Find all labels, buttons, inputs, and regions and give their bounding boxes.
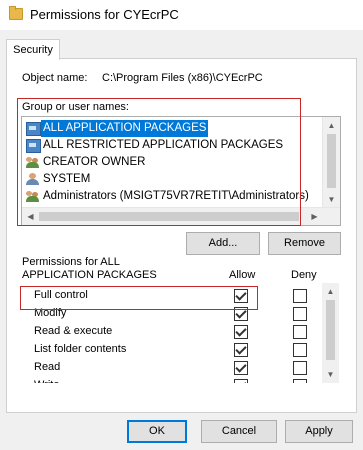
permission-row: List folder contents	[21, 341, 321, 359]
permission-row: Modify	[21, 305, 321, 323]
allow-checkbox[interactable]	[234, 343, 248, 357]
permission-row: Read & execute	[21, 323, 321, 341]
app-package-icon	[26, 122, 41, 136]
allow-checkbox[interactable]	[234, 325, 248, 339]
permission-row: Read	[21, 359, 321, 377]
permission-row: Write	[21, 377, 321, 383]
scroll-left-arrow-icon[interactable]: ◀	[22, 208, 39, 225]
object-name-value: C:\Program Files (x86)\CYEcrPC	[102, 72, 263, 84]
allow-checkbox[interactable]	[234, 379, 248, 383]
list-item-label: CREATOR OWNER	[43, 156, 146, 168]
permission-name: Read & execute	[34, 325, 113, 337]
permission-name: Read	[34, 361, 61, 373]
object-name-label: Object name:	[22, 72, 88, 84]
user-icon	[26, 173, 39, 185]
scroll-down-arrow-icon[interactable]: ▼	[323, 191, 340, 208]
window-title: Permissions for CYEcrPC	[30, 7, 179, 22]
apply-button[interactable]: Apply	[285, 420, 353, 443]
permissions-header-line2: APPLICATION PACKAGES	[22, 269, 157, 281]
list-vertical-scrollbar[interactable]: ▲ ▼	[322, 117, 340, 208]
deny-checkbox[interactable]	[293, 379, 307, 383]
deny-column-header: Deny	[291, 269, 317, 281]
allow-checkbox[interactable]	[234, 361, 248, 375]
permissions-header: Permissions for ALL APPLICATION PACKAGES	[22, 256, 157, 282]
remove-button[interactable]: Remove	[268, 232, 341, 255]
list-item-label: SYSTEM	[43, 173, 91, 185]
permission-row: Full control	[21, 287, 321, 305]
allow-checkbox[interactable]	[234, 289, 248, 303]
app-package-icon	[26, 139, 41, 153]
allow-column-header: Allow	[229, 269, 256, 281]
deny-checkbox[interactable]	[293, 289, 307, 303]
scroll-down-arrow-icon[interactable]: ▼	[322, 366, 339, 383]
permissions-table: Full control Modify Read & execute List fol…	[21, 283, 339, 383]
list-item-label: ALL RESTRICTED APPLICATION PACKAGES	[43, 139, 284, 151]
folder-icon	[9, 6, 23, 20]
add-button[interactable]: Add...	[186, 232, 260, 255]
deny-checkbox[interactable]	[293, 361, 307, 375]
permission-name: Write	[34, 379, 59, 383]
permissions-header-line1: Permissions for ALL	[22, 256, 120, 268]
permission-name: Full control	[34, 289, 88, 301]
scroll-thumb[interactable]	[39, 212, 299, 221]
ok-button[interactable]: OK	[127, 420, 187, 443]
group-names-label: Group or user names:	[22, 101, 129, 113]
scroll-thumb[interactable]	[327, 134, 336, 188]
scroll-up-arrow-icon[interactable]: ▲	[323, 117, 340, 134]
group-user-list[interactable]: ALL APPLICATION PACKAGES ALL RESTRICTED A…	[21, 116, 341, 226]
user-group-icon	[26, 190, 39, 202]
permission-name: Modify	[34, 307, 67, 319]
allow-checkbox[interactable]	[234, 307, 248, 321]
deny-checkbox[interactable]	[293, 343, 307, 357]
deny-checkbox[interactable]	[293, 325, 307, 339]
scroll-up-arrow-icon[interactable]: ▲	[322, 283, 339, 300]
tab-security[interactable]: Security	[6, 39, 60, 60]
list-item-label: ALL APPLICATION PACKAGES	[41, 120, 209, 137]
scroll-thumb[interactable]	[326, 300, 335, 360]
cancel-button[interactable]: Cancel	[201, 420, 277, 443]
permission-name: List folder contents	[34, 343, 127, 355]
list-item-label: Administrators (MSIGT75VR7RETIT\Administ…	[43, 190, 309, 202]
user-group-icon	[26, 156, 39, 168]
list-horizontal-scrollbar[interactable]: ◀ ▶	[22, 207, 340, 225]
deny-checkbox[interactable]	[293, 307, 307, 321]
permissions-scrollbar[interactable]: ▲ ▼	[322, 283, 339, 383]
scroll-right-arrow-icon[interactable]: ▶	[306, 208, 323, 225]
